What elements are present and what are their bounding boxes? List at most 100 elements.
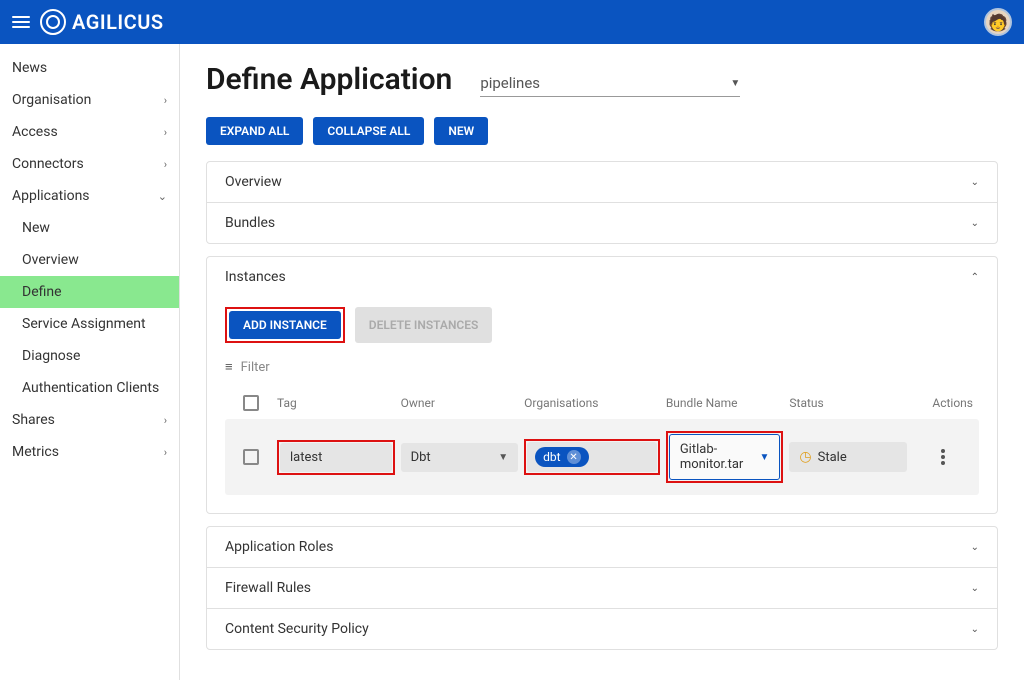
brand-name: AGILICUS xyxy=(72,10,164,34)
panel-header-bundles[interactable]: Bundles ⌄ xyxy=(207,202,997,243)
tag-input[interactable]: latest xyxy=(280,443,392,472)
sidebar-item-label: Diagnose xyxy=(22,348,80,364)
application-select[interactable]: pipelines ▼ xyxy=(480,70,740,97)
application-select-value: pipelines xyxy=(480,74,540,92)
expand-all-button[interactable]: EXPAND ALL xyxy=(206,117,303,145)
filter-label[interactable]: Filter xyxy=(241,360,270,375)
bundle-select[interactable]: Gitlab-monitor.tar ▼ xyxy=(669,434,781,480)
status-value: Stale xyxy=(818,450,847,465)
caret-down-icon: ▼ xyxy=(498,452,508,463)
avatar[interactable]: 🧑 xyxy=(984,8,1012,36)
sidebar-item-label: Organisation xyxy=(12,92,91,108)
sidebar-item-access[interactable]: Access › xyxy=(0,116,179,148)
select-all-checkbox[interactable] xyxy=(243,395,259,411)
row-checkbox[interactable] xyxy=(243,449,259,465)
table-header: Tag Owner Organisations Bundle Name Stat… xyxy=(225,387,979,419)
sidebar-item-new[interactable]: New xyxy=(0,212,179,244)
filter-icon[interactable]: ≡ xyxy=(225,359,233,375)
panel-title: Content Security Policy xyxy=(225,621,369,637)
chevron-up-icon: ⌃ xyxy=(971,272,979,283)
row-actions-menu[interactable] xyxy=(937,445,949,469)
caret-down-icon: ▼ xyxy=(730,78,740,89)
org-chip[interactable]: dbt ✕ xyxy=(535,447,588,467)
chevron-right-icon: › xyxy=(164,446,167,459)
sidebar-item-label: Service Assignment xyxy=(22,316,146,332)
panel-header-approles[interactable]: Application Roles ⌄ xyxy=(207,527,997,567)
orgs-cell[interactable]: dbt ✕ xyxy=(527,442,657,472)
panel-bottom: Application Roles ⌄ Firewall Rules ⌄ Con… xyxy=(206,526,998,650)
chip-label: dbt xyxy=(543,450,560,464)
panel-title: Bundles xyxy=(225,215,275,231)
sidebar-item-label: Define xyxy=(22,284,62,300)
chevron-down-icon: ⌄ xyxy=(971,583,979,594)
sidebar-item-label: New xyxy=(22,220,50,236)
panel-header-overview[interactable]: Overview ⌄ xyxy=(207,162,997,202)
bundle-value: Gitlab-monitor.tar xyxy=(680,442,760,472)
sidebar-item-overview[interactable]: Overview xyxy=(0,244,179,276)
highlight-indicator: Gitlab-monitor.tar ▼ xyxy=(666,431,784,483)
col-bundle: Bundle Name xyxy=(666,396,784,410)
add-instance-button[interactable]: ADD INSTANCE xyxy=(229,311,341,339)
sidebar-item-connectors[interactable]: Connectors › xyxy=(0,148,179,180)
panel-header-csp[interactable]: Content Security Policy ⌄ xyxy=(207,608,997,649)
owner-value: Dbt xyxy=(411,450,431,465)
sidebar-item-label: Access xyxy=(12,124,58,140)
sidebar-item-label: Authentication Clients xyxy=(22,380,159,396)
brand-logo-icon xyxy=(40,9,66,35)
chip-remove-icon[interactable]: ✕ xyxy=(567,450,581,464)
col-tag: Tag xyxy=(277,396,395,410)
brand[interactable]: AGILICUS xyxy=(40,9,164,35)
collapse-all-button[interactable]: COLLAPSE ALL xyxy=(313,117,424,145)
main-content: Define Application pipelines ▼ EXPAND AL… xyxy=(180,44,1024,680)
sidebar-item-applications[interactable]: Applications ⌄ xyxy=(0,180,179,212)
chevron-right-icon: › xyxy=(164,158,167,171)
panel-title: Instances xyxy=(225,269,286,285)
sidebar-item-diagnose[interactable]: Diagnose xyxy=(0,340,179,372)
chevron-down-icon: ⌄ xyxy=(971,218,979,229)
sidebar: News Organisation › Access › Connectors … xyxy=(0,44,180,680)
chevron-down-icon: ⌄ xyxy=(158,190,167,203)
sidebar-item-label: Overview xyxy=(22,252,79,268)
chevron-right-icon: › xyxy=(164,414,167,427)
highlight-indicator: latest xyxy=(277,440,395,475)
caret-down-icon: ▼ xyxy=(760,452,770,463)
sidebar-item-label: News xyxy=(12,60,47,76)
col-orgs: Organisations xyxy=(524,396,660,410)
sidebar-item-auth-clients[interactable]: Authentication Clients xyxy=(0,372,179,404)
chevron-down-icon: ⌄ xyxy=(971,624,979,635)
highlight-indicator: ADD INSTANCE xyxy=(225,307,345,343)
sidebar-item-label: Metrics xyxy=(12,444,59,460)
col-actions: Actions xyxy=(913,396,973,410)
sidebar-item-label: Shares xyxy=(12,412,55,428)
clock-icon: ◷ xyxy=(799,449,811,465)
sidebar-item-service-assignment[interactable]: Service Assignment xyxy=(0,308,179,340)
chevron-right-icon: › xyxy=(164,126,167,139)
sidebar-item-news[interactable]: News xyxy=(0,52,179,84)
highlight-indicator: dbt ✕ xyxy=(524,439,660,475)
panel-title: Application Roles xyxy=(225,539,333,555)
new-button[interactable]: NEW xyxy=(434,117,488,145)
panel-header-firewall[interactable]: Firewall Rules ⌄ xyxy=(207,567,997,608)
panel-instances: Instances ⌃ ADD INSTANCE DELETE INSTANCE… xyxy=(206,256,998,514)
hamburger-icon[interactable] xyxy=(12,16,30,28)
topbar: AGILICUS 🧑 xyxy=(0,0,1024,44)
chevron-right-icon: › xyxy=(164,94,167,107)
col-status: Status xyxy=(789,396,907,410)
sidebar-item-shares[interactable]: Shares › xyxy=(0,404,179,436)
panel-title: Overview xyxy=(225,174,282,190)
sidebar-item-label: Connectors xyxy=(12,156,84,172)
sidebar-item-organisation[interactable]: Organisation › xyxy=(0,84,179,116)
panel-overview-bundles: Overview ⌄ Bundles ⌄ xyxy=(206,161,998,244)
sidebar-item-metrics[interactable]: Metrics › xyxy=(0,436,179,468)
delete-instances-button: DELETE INSTANCES xyxy=(355,307,493,343)
panel-header-instances[interactable]: Instances ⌃ xyxy=(207,257,997,297)
col-owner: Owner xyxy=(401,396,519,410)
sidebar-item-define[interactable]: Define xyxy=(0,276,179,308)
table-row: latest Dbt ▼ dbt ✕ xyxy=(225,419,979,495)
page-title: Define Application xyxy=(206,62,452,97)
status-cell: ◷ Stale xyxy=(789,442,907,472)
chevron-down-icon: ⌄ xyxy=(971,177,979,188)
panel-title: Firewall Rules xyxy=(225,580,311,596)
owner-select[interactable]: Dbt ▼ xyxy=(401,443,519,472)
chevron-down-icon: ⌄ xyxy=(971,542,979,553)
